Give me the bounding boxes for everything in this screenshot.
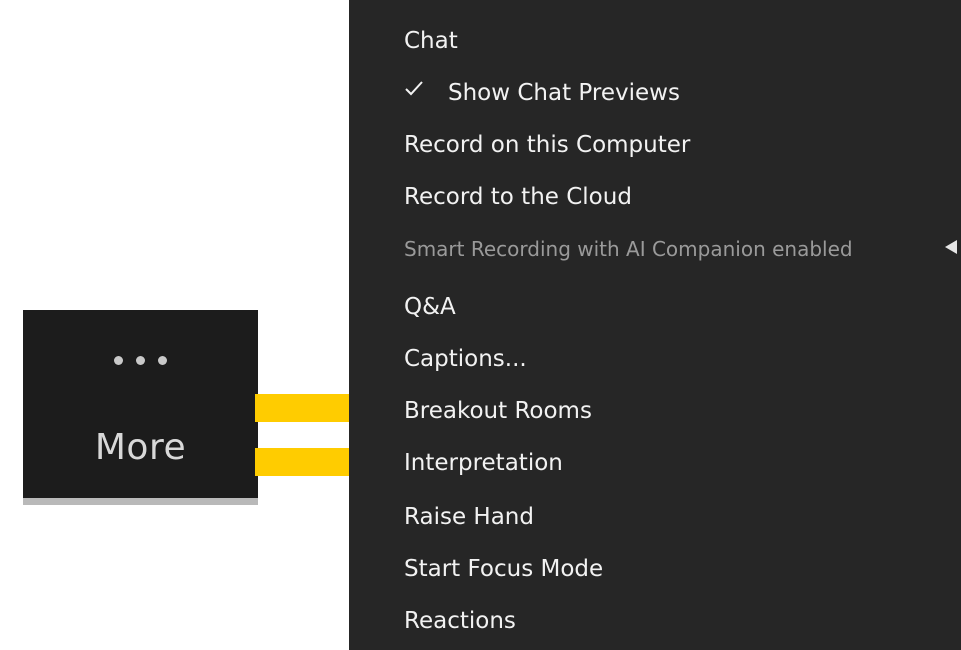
menu-item-reactions[interactable]: Reactions (404, 604, 516, 638)
more-button[interactable]: More (23, 310, 258, 505)
stage: More Chat Show Chat Previews Record on t… (0, 0, 961, 650)
menu-item-raise-hand[interactable]: Raise Hand (404, 500, 534, 534)
menu-item-record-on-this-computer[interactable]: Record on this Computer (404, 128, 690, 162)
menu-item-smart-recording: Smart Recording with AI Companion enable… (404, 237, 853, 261)
more-button-label: More (94, 427, 187, 468)
submenu-arrow-icon (945, 240, 957, 254)
ellipsis-icon (23, 356, 258, 365)
menu-item-show-chat-previews[interactable]: Show Chat Previews (448, 76, 680, 110)
menu-item-captions[interactable]: Captions... (404, 342, 527, 376)
menu-item-start-focus-mode[interactable]: Start Focus Mode (404, 552, 603, 586)
checkmark-icon (405, 81, 423, 96)
more-menu: Chat Show Chat Previews Record on this C… (349, 0, 961, 650)
menu-item-interpretation[interactable]: Interpretation (404, 446, 563, 480)
menu-item-qa[interactable]: Q&A (404, 290, 456, 324)
menu-item-chat[interactable]: Chat (404, 24, 458, 58)
menu-item-breakout-rooms[interactable]: Breakout Rooms (404, 394, 592, 428)
menu-item-record-to-the-cloud[interactable]: Record to the Cloud (404, 180, 632, 214)
